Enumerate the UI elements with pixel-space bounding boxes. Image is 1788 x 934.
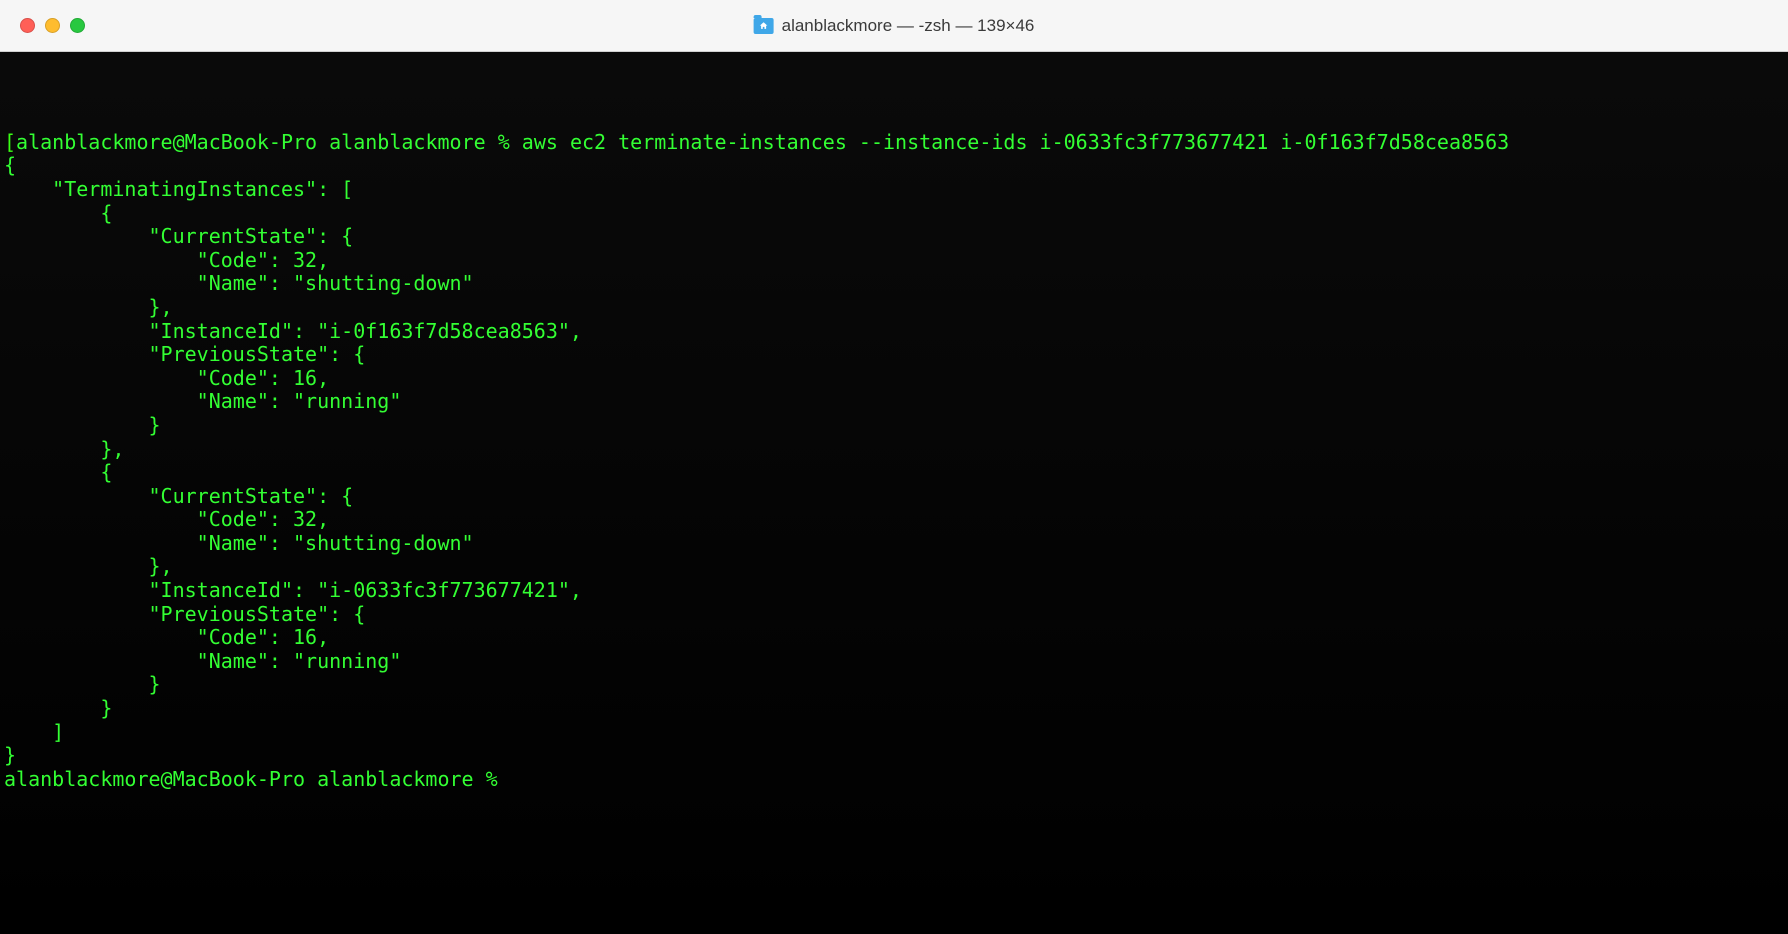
output-line: "InstanceId": "i-0f163f7d58cea8563", (4, 319, 582, 343)
output-line: { (4, 460, 112, 484)
output-line: "CurrentState": { (4, 484, 353, 508)
output-line: "Name": "shutting-down" (4, 531, 474, 555)
output-line: ] (4, 720, 64, 744)
output-line: } (4, 672, 161, 696)
output-line: "Name": "shutting-down" (4, 271, 474, 295)
prompt-open-bracket: [ (4, 130, 16, 154)
output-line: "PreviousState": { (4, 602, 365, 626)
window-titlebar: alanblackmore — -zsh — 139×46 (0, 0, 1788, 52)
terminal-viewport[interactable]: [alanblackmore@MacBook-Pro alanblackmore… (0, 52, 1788, 934)
window-title-text: alanblackmore — -zsh — 139×46 (782, 16, 1035, 36)
output-line: "InstanceId": "i-0633fc3f773677421", (4, 578, 582, 602)
output-line: }, (4, 295, 173, 319)
output-line: "Code": 16, (4, 625, 329, 649)
home-folder-icon (754, 18, 774, 34)
shell-prompt: alanblackmore@MacBook-Pro alanblackmore … (16, 130, 510, 154)
output-line: "Code": 32, (4, 507, 329, 531)
terminal-content: [alanblackmore@MacBook-Pro alanblackmore… (4, 107, 1784, 791)
close-window-button[interactable] (20, 18, 35, 33)
output-line: { (4, 153, 16, 177)
output-line: "PreviousState": { (4, 342, 365, 366)
output-line: "Name": "running" (4, 649, 401, 673)
output-line: "CurrentState": { (4, 224, 353, 248)
maximize-window-button[interactable] (70, 18, 85, 33)
output-line: }, (4, 437, 124, 461)
traffic-lights (20, 18, 85, 33)
output-line: } (4, 413, 161, 437)
output-line: } (4, 743, 16, 767)
output-line: { (4, 201, 112, 225)
output-line: "Name": "running" (4, 389, 401, 413)
output-line: "Code": 16, (4, 366, 329, 390)
output-line: "TerminatingInstances": [ (4, 177, 353, 201)
window-title-container: alanblackmore — -zsh — 139×46 (754, 16, 1035, 36)
output-line: "Code": 32, (4, 248, 329, 272)
minimize-window-button[interactable] (45, 18, 60, 33)
shell-command: aws ec2 terminate-instances --instance-i… (522, 130, 1509, 154)
output-line: } (4, 696, 112, 720)
output-line: }, (4, 554, 173, 578)
shell-prompt: alanblackmore@MacBook-Pro alanblackmore … (4, 767, 498, 791)
